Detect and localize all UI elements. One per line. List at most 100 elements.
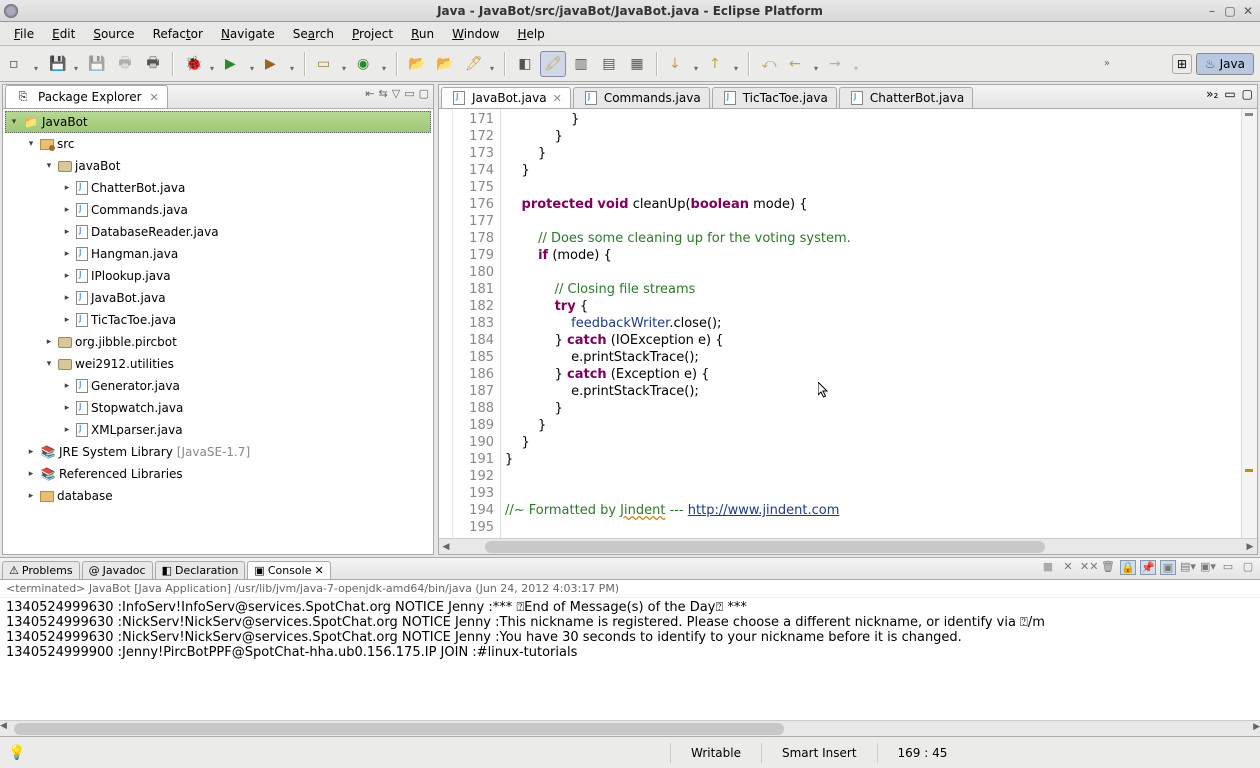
expand-icon[interactable]: ▸ (25, 491, 37, 501)
file-node[interactable]: ▸IPlookup.java (5, 265, 431, 287)
save-button[interactable]: 💾 (44, 51, 82, 77)
src-folder-node[interactable]: ▾ src (5, 133, 431, 155)
file-node[interactable]: ▸JavaBot.java (5, 287, 431, 309)
show-source-button[interactable]: ▦ (624, 51, 650, 77)
minimize-view-button[interactable]: ▭ (404, 87, 414, 100)
file-node[interactable]: ▸XMLparser.java (5, 419, 431, 441)
show-console-button[interactable]: ▣ (1160, 560, 1176, 575)
file-node[interactable]: ▸Generator.java (5, 375, 431, 397)
console-horizontal-scrollbar[interactable]: ◀ ▶ (0, 720, 1260, 736)
file-node[interactable]: ▸Hangman.java (5, 243, 431, 265)
editor-horizontal-scrollbar[interactable]: ◀ ▶ (439, 538, 1257, 554)
link-editor-button[interactable]: ⇆ (379, 87, 388, 100)
menu-project[interactable]: Project (344, 24, 401, 44)
perspective-java[interactable]: ♨ Java (1196, 53, 1254, 75)
maximize-editor-button[interactable]: ▢ (1242, 87, 1253, 101)
editor-tab-javabot[interactable]: JavaBot.java✕ (441, 87, 571, 108)
last-edit-button[interactable]: ⤺ (756, 51, 782, 77)
toolbar-overflow-icon[interactable]: » (1104, 58, 1110, 69)
minimize-console-button[interactable]: ▭ (1220, 560, 1236, 575)
tab-javadoc[interactable]: @Javadoc (82, 561, 153, 579)
menu-source[interactable]: Source (85, 24, 142, 44)
tab-problems[interactable]: ⚠Problems (2, 561, 80, 579)
new-button[interactable]: ▫ (4, 51, 42, 77)
maximize-button[interactable]: ▢ (1222, 4, 1238, 18)
folding-margin[interactable] (439, 109, 453, 538)
menu-run[interactable]: Run (403, 24, 442, 44)
close-tab-icon[interactable]: ✕ (553, 92, 562, 105)
remove-launch-button[interactable]: ✕ (1060, 560, 1076, 575)
toggle-block-button[interactable]: ▥ (568, 51, 594, 77)
project-node[interactable]: ▾ 📁 JavaBot (5, 111, 431, 133)
scroll-left-icon[interactable]: ◀ (0, 721, 7, 731)
code-content[interactable]: } } } } protected void cleanUp(boolean m… (501, 109, 1241, 538)
run-button[interactable]: ▶ (220, 51, 258, 77)
expand-icon[interactable]: ▸ (43, 337, 55, 347)
file-node[interactable]: ▸DatabaseReader.java (5, 221, 431, 243)
next-annotation-button[interactable]: ↓ (664, 51, 702, 77)
maximize-view-button[interactable]: ▢ (419, 87, 429, 100)
console-output[interactable]: 1340524999630 :InfoServ!InfoServ@service… (0, 598, 1260, 720)
file-node[interactable]: ▸Commands.java (5, 199, 431, 221)
expand-icon[interactable]: ▾ (43, 161, 55, 171)
print-button[interactable]: 🖶 (112, 51, 138, 77)
open-resource-button[interactable]: 📂 (432, 51, 458, 77)
tab-console[interactable]: ▣Console✕ (247, 561, 330, 579)
forward-button[interactable]: → (824, 51, 862, 77)
menu-navigate[interactable]: Navigate (213, 24, 283, 44)
collapse-all-button[interactable]: ⇤ (365, 87, 374, 100)
editor-overflow-button[interactable]: »₂ (1206, 87, 1218, 101)
expand-icon[interactable]: ▸ (25, 469, 37, 479)
close-button[interactable]: ✕ (1240, 4, 1256, 18)
maximize-console-button[interactable]: ▢ (1240, 560, 1256, 575)
print2-button[interactable]: 🖶 (140, 51, 166, 77)
file-node[interactable]: ▸ChatterBot.java (5, 177, 431, 199)
editor-tab-commands[interactable]: Commands.java (573, 87, 710, 108)
menu-search[interactable]: Search (285, 24, 342, 44)
show-whitespace-button[interactable]: ▤ (596, 51, 622, 77)
code-editor[interactable]: 1711721731741751761771781791801811821831… (439, 109, 1257, 538)
tab-declaration[interactable]: ◧Declaration (155, 561, 246, 579)
referenced-libraries-node[interactable]: ▸ Referenced Libraries (5, 463, 431, 485)
menu-window[interactable]: Window (444, 24, 507, 44)
minimize-editor-button[interactable]: ▭ (1224, 87, 1235, 101)
scrollbar-thumb[interactable] (14, 723, 784, 735)
search-button[interactable]: 🖊 (460, 51, 498, 77)
debug-button[interactable]: 🐞 (180, 51, 218, 77)
toggle-highlight-button[interactable]: 🖍 (540, 51, 566, 77)
open-console-button[interactable]: ▣▾ (1200, 560, 1216, 575)
package-tree[interactable]: ▾ 📁 JavaBot ▾ src ▾ javaBot ▸ChatterBot.… (3, 109, 433, 554)
clear-console-button[interactable]: 🗑 (1100, 560, 1116, 575)
new-package-button[interactable]: ▭ (312, 51, 350, 77)
scrollbar-thumb[interactable] (485, 541, 1045, 553)
expand-icon[interactable]: ▾ (8, 117, 20, 127)
pin-console-button[interactable]: 📌 (1140, 560, 1156, 575)
new-class-button[interactable]: ◉ (352, 51, 390, 77)
remove-all-button[interactable]: ✕✕ (1080, 560, 1096, 575)
expand-icon[interactable]: ▾ (25, 139, 37, 149)
jre-library-node[interactable]: ▸ JRE System Library [JavaSE-1.7] (5, 441, 431, 463)
open-perspective-button[interactable]: ⊞ (1172, 54, 1192, 74)
close-tab-icon[interactable]: ✕ (314, 564, 323, 577)
scroll-right-icon[interactable]: ▶ (1243, 540, 1257, 554)
menu-help[interactable]: Help (509, 24, 552, 44)
menu-refactor[interactable]: Refactor (145, 24, 211, 44)
save-all-button[interactable]: 💾 (84, 51, 110, 77)
file-node[interactable]: ▸TicTacToe.java (5, 309, 431, 331)
package-explorer-tab[interactable]: ⎘ Package Explorer ✕ (5, 85, 168, 108)
package-node-utilities[interactable]: ▾ wei2912.utilities (5, 353, 431, 375)
terminate-button[interactable]: ■ (1040, 560, 1056, 575)
scroll-lock-button[interactable]: 🔒 (1120, 560, 1136, 575)
package-node-pircbot[interactable]: ▸ org.jibble.pircbot (5, 331, 431, 353)
expand-icon[interactable]: ▸ (25, 447, 37, 457)
scroll-left-icon[interactable]: ◀ (439, 540, 453, 554)
editor-tab-chatterbot[interactable]: ChatterBot.java (839, 87, 973, 108)
menu-file[interactable]: File (6, 24, 42, 44)
editor-tab-tictactoe[interactable]: TicTacToe.java (712, 87, 837, 108)
prev-annotation-button[interactable]: ↑ (704, 51, 742, 77)
view-menu-button[interactable]: ▽ (392, 87, 400, 100)
file-node[interactable]: ▸Stopwatch.java (5, 397, 431, 419)
toggle-mark-button[interactable]: ◧ (512, 51, 538, 77)
back-button[interactable]: ← (784, 51, 822, 77)
database-folder-node[interactable]: ▸ database (5, 485, 431, 507)
